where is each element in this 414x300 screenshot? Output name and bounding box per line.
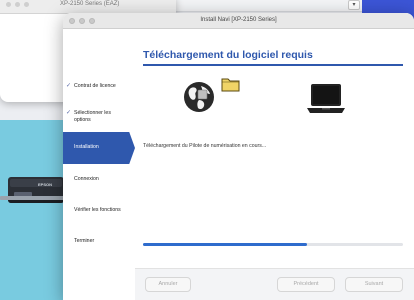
sidebar-item-license: ✓ Contrat de licence bbox=[63, 83, 135, 90]
background-window-controls bbox=[6, 2, 29, 7]
sidebar-item-label: Connexion bbox=[74, 176, 99, 182]
minimize-dot-icon[interactable] bbox=[15, 2, 20, 7]
progress-fill bbox=[143, 243, 307, 246]
sidebar-item-label: Vérifier les fonctions bbox=[74, 207, 121, 213]
sidebar-item-label: Terminer bbox=[74, 238, 95, 244]
background-window-title: XP-2150 Series (EAZ) bbox=[60, 1, 120, 7]
sidebar-item-finish: Terminer bbox=[63, 238, 135, 245]
status-message: Téléchargement du Pilote de numérisation… bbox=[143, 143, 267, 149]
printer-lid bbox=[10, 179, 62, 187]
folder-icon bbox=[221, 78, 240, 92]
download-progress-bar bbox=[143, 243, 403, 246]
checkmark-icon: ✓ bbox=[66, 83, 72, 89]
steps-sidebar: ✓ Contrat de licence ✓ Sélectionner les … bbox=[63, 29, 135, 300]
globe-icon bbox=[184, 82, 214, 112]
window-title: Install Navi [XP-2150 Series] bbox=[200, 17, 277, 23]
sidebar-item-label: Contrat de licence bbox=[74, 83, 116, 89]
previous-button[interactable]: Précédent bbox=[277, 277, 335, 292]
laptop-icon bbox=[307, 84, 345, 113]
sidebar-item-check-functions: Vérifier les fonctions bbox=[63, 207, 135, 214]
cancel-button[interactable]: Annuler bbox=[145, 277, 191, 292]
button-bar: Annuler Précédent Suivant bbox=[135, 268, 414, 300]
sidebar-item-label: Sélectionner les options bbox=[74, 110, 111, 123]
sidebar-item-label: Installation bbox=[74, 144, 99, 150]
next-button[interactable]: Suivant bbox=[345, 277, 403, 292]
background-window-toolbar bbox=[176, 0, 362, 12]
checkmark-icon: ✓ bbox=[66, 110, 72, 116]
title-divider bbox=[143, 64, 403, 66]
printer-base bbox=[0, 196, 66, 200]
page-title: Téléchargement du logiciel requis bbox=[143, 49, 313, 61]
zoom-dot-icon[interactable] bbox=[24, 2, 29, 7]
sidebar-item-installation: Installation bbox=[63, 132, 135, 164]
window-titlebar[interactable]: Install Navi [XP-2150 Series] bbox=[63, 13, 414, 29]
installer-window: Install Navi [XP-2150 Series] ✓ Contrat … bbox=[63, 13, 414, 300]
main-content: Téléchargement du logiciel requis Téléch… bbox=[135, 29, 414, 300]
sidebar-item-connection: Connexion bbox=[63, 176, 135, 183]
sidebar-item-options: ✓ Sélectionner les options bbox=[63, 110, 125, 124]
chevron-down-icon[interactable]: ▾ bbox=[348, 0, 360, 10]
close-dot-icon[interactable] bbox=[6, 2, 11, 7]
printer-brand-label: EPSON bbox=[38, 182, 53, 187]
background-window-titlebar[interactable]: XP-2150 Series (EAZ) bbox=[0, 0, 176, 14]
